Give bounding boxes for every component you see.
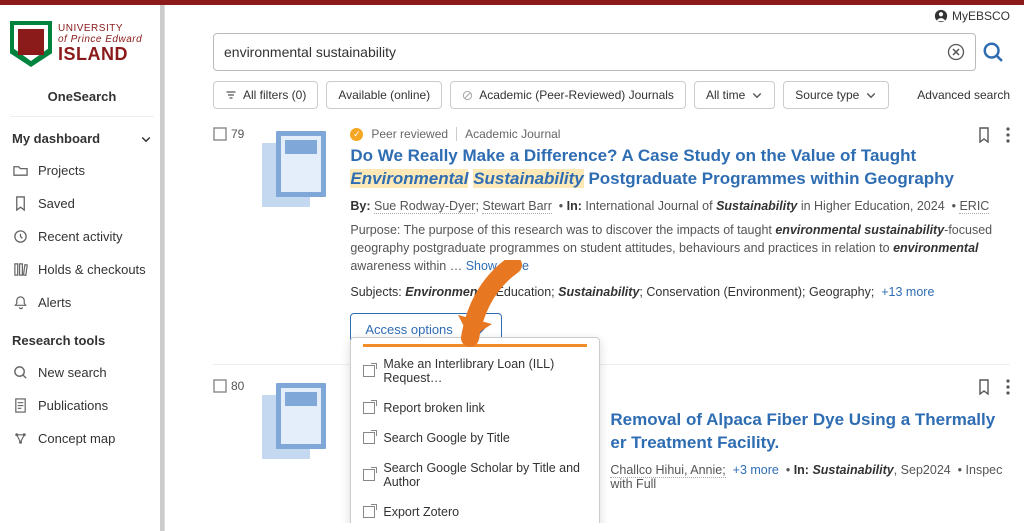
clear-search-button[interactable] <box>947 43 965 61</box>
sidebar: UNIVERSITY of Prince Edward ISLAND OneSe… <box>0 5 165 531</box>
search-icon <box>12 365 28 380</box>
chevron-down-icon <box>473 323 487 337</box>
result-number: 79 <box>231 127 244 141</box>
show-more-link[interactable]: Show more <box>466 259 529 273</box>
clear-icon <box>947 43 965 61</box>
filter-icon <box>225 89 237 101</box>
sidebar-item-saved[interactable]: Saved <box>0 187 164 220</box>
source-filter[interactable]: Source type <box>783 81 889 109</box>
sidebar-item-label: Concept map <box>38 431 115 446</box>
sidebar-item-label: Saved <box>38 196 75 211</box>
sidebar-item-projects[interactable]: Projects <box>0 154 164 187</box>
bookmark-button[interactable] <box>976 127 992 143</box>
external-link-icon <box>363 365 375 377</box>
myebsco-link[interactable]: MyEBSCO <box>934 9 1010 23</box>
sidebar-item-label: Projects <box>38 163 85 178</box>
result-title[interactable]: Do We Really Make a Difference? A Case S… <box>350 145 1010 191</box>
sidebar-item-label: Recent activity <box>38 229 123 244</box>
concept-map-icon <box>12 431 28 446</box>
sidebar-item-conceptmap[interactable]: Concept map <box>0 422 164 455</box>
search-input[interactable] <box>224 44 939 60</box>
result-item: 79 ✓ Peer reviewed Academic Journal Do W… <box>213 127 1010 365</box>
bell-icon <box>12 295 28 310</box>
dashboard-heading[interactable]: My dashboard <box>0 117 164 154</box>
sidebar-item-label: Alerts <box>38 295 71 310</box>
sidebar-item-label: Holds & checkouts <box>38 262 146 277</box>
available-filter[interactable]: Available (online) <box>326 81 442 109</box>
time-filter[interactable]: All time <box>694 81 775 109</box>
scrollbar[interactable] <box>160 5 164 531</box>
result-thumbnail <box>262 131 332 211</box>
sidebar-item-recent[interactable]: Recent activity <box>0 220 164 253</box>
author-link[interactable]: Stewart Barr <box>482 199 551 214</box>
research-tools-heading: Research tools <box>0 319 164 356</box>
sidebar-item-label: New search <box>38 365 107 380</box>
checkbox[interactable] <box>213 127 227 141</box>
author-link[interactable]: Challco Hihui, Annie; <box>610 463 725 478</box>
sidebar-item-holds[interactable]: Holds & checkouts <box>0 253 164 286</box>
author-link[interactable]: Sue Rodway-Dyer <box>374 199 475 214</box>
sidebar-item-newsearch[interactable]: New search <box>0 356 164 389</box>
history-icon <box>12 229 28 244</box>
sidebar-item-label: Publications <box>38 398 108 413</box>
result-type: Academic Journal <box>465 127 560 141</box>
books-icon <box>12 262 28 277</box>
main-content: MyEBSCO All filters (0) Available (onlin… <box>165 5 1024 531</box>
filter-row: All filters (0) Available (online) Acade… <box>213 81 1010 109</box>
result-number: 80 <box>231 379 244 393</box>
checkbox[interactable] <box>213 379 227 393</box>
document-icon <box>12 398 28 413</box>
more-button[interactable] <box>1006 127 1010 143</box>
source-link[interactable]: ERIC <box>959 199 989 214</box>
sidebar-item-alerts[interactable]: Alerts <box>0 286 164 319</box>
chevron-down-icon <box>865 89 877 101</box>
bookmark-icon <box>12 196 28 211</box>
result-thumbnail <box>262 383 332 463</box>
chevron-down-icon <box>751 89 763 101</box>
more-button[interactable] <box>1006 379 1010 395</box>
result-item: 80 Removal of Alpaca Fiber Dye Using a T… <box>213 379 1010 509</box>
user-icon <box>934 9 948 23</box>
more-authors-link[interactable]: +3 more <box>733 463 779 477</box>
search-box <box>213 33 976 71</box>
brand-line3: ISLAND <box>58 45 142 64</box>
sidebar-item-publications[interactable]: Publications <box>0 389 164 422</box>
advanced-search-link[interactable]: Advanced search <box>917 88 1010 102</box>
all-filters-button[interactable]: All filters (0) <box>213 81 318 109</box>
shield-icon <box>10 21 52 67</box>
brand-line1: UNIVERSITY <box>58 24 142 35</box>
peer-filter[interactable]: Academic (Peer-Reviewed) Journals <box>450 81 686 109</box>
search-button[interactable] <box>976 41 1010 63</box>
brand-logo[interactable]: UNIVERSITY of Prince Edward ISLAND <box>0 5 164 77</box>
byline: Challco Hihui, Annie; +3 more • In: Sust… <box>350 463 1010 491</box>
abstract: Purpose: The purpose of this research wa… <box>350 221 1010 275</box>
byline: By: Sue Rodway-Dyer; Stewart Barr • In: … <box>350 199 1010 213</box>
result-title[interactable]: Removal of Alpaca Fiber Dye Using a Ther… <box>350 409 1010 455</box>
subjects: Subjects: Environmental Education; Susta… <box>350 285 1010 299</box>
peer-reviewed-icon: ✓ <box>350 128 363 141</box>
search-icon <box>982 41 1004 63</box>
chevron-down-icon <box>140 133 152 145</box>
more-subjects-link[interactable]: +13 more <box>881 285 934 299</box>
onesearch-label[interactable]: OneSearch <box>10 77 154 117</box>
folder-icon <box>12 163 28 178</box>
bookmark-button[interactable] <box>976 379 992 395</box>
block-icon <box>462 90 473 101</box>
peer-reviewed-label: Peer reviewed <box>371 127 448 141</box>
